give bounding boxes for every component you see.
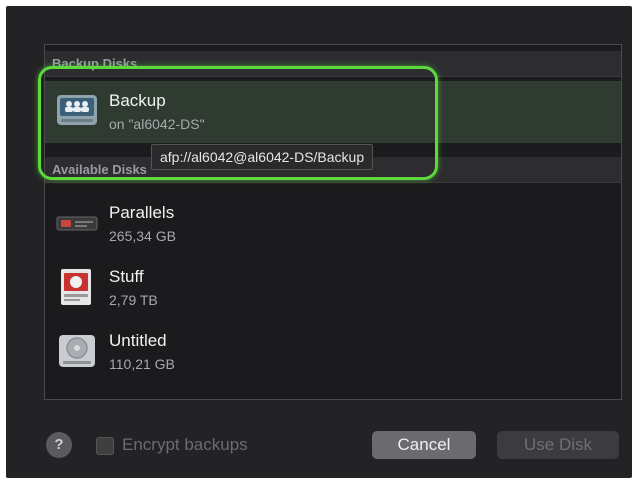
encrypt-backups-checkbox[interactable] xyxy=(96,437,114,455)
internal-disk-icon xyxy=(59,335,95,367)
disk-row-stuff[interactable]: Stuff 2,79 TB xyxy=(45,257,621,319)
help-button[interactable]: ? xyxy=(46,432,72,458)
external-drive-icon xyxy=(56,216,98,231)
use-disk-button[interactable]: Use Disk xyxy=(497,431,619,459)
disk-size: 265,34 GB xyxy=(109,228,176,244)
section-backup-disks: Backup Disks xyxy=(45,51,621,77)
disk-row-partial[interactable] xyxy=(45,385,621,400)
disk-name: Stuff xyxy=(109,267,144,286)
disk-row-parallels[interactable]: Parallels 265,34 GB xyxy=(45,193,621,255)
disk-name: Backup xyxy=(109,91,166,110)
disk-icon xyxy=(55,395,99,400)
disk-size: 2,79 TB xyxy=(109,292,158,308)
disk-row-backup[interactable]: Backup on "al6042-DS" xyxy=(45,81,621,143)
disk-name: Untitled xyxy=(109,331,167,350)
disk-location: on "al6042-DS" xyxy=(109,116,205,132)
encrypt-backups-label: Encrypt backups xyxy=(122,435,248,454)
network-server-icon xyxy=(57,95,97,125)
disk-row-untitled[interactable]: Untitled 110,21 GB xyxy=(45,321,621,383)
hard-disk-red-icon xyxy=(61,269,91,305)
path-tooltip: afp://al6042@al6042-DS/Backup xyxy=(151,144,374,170)
cancel-button[interactable]: Cancel xyxy=(372,431,476,459)
disk-list[interactable]: Backup Disks Backup on "al6042-DS" Avail… xyxy=(44,44,622,400)
disk-name: Parallels xyxy=(109,203,175,222)
disk-size: 110,21 GB xyxy=(109,356,175,372)
backup-disk-dialog: Backup Disks Backup on "al6042-DS" Avail… xyxy=(6,6,632,478)
